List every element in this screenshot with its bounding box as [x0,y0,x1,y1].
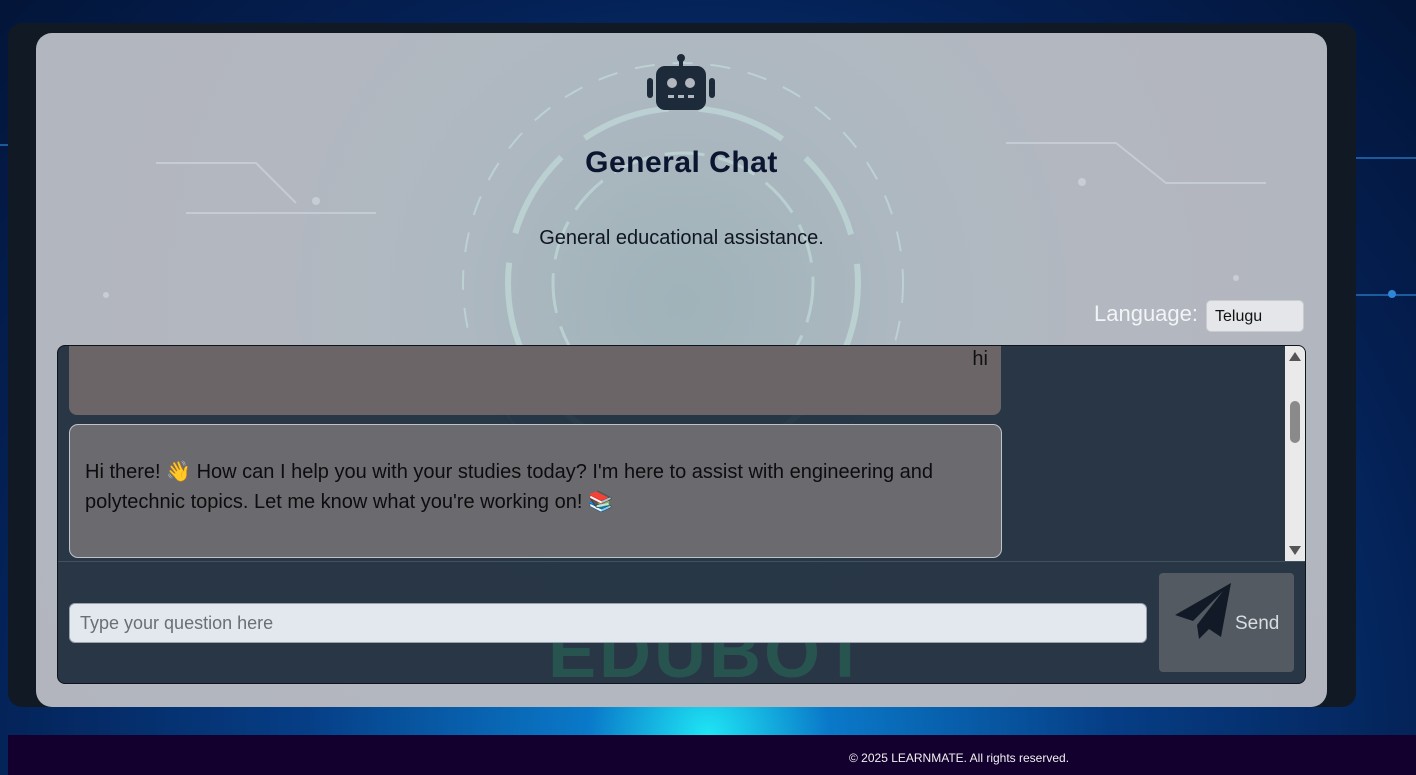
chat-card: General Chat General educational assista… [36,33,1327,707]
scroll-up-arrow-icon[interactable] [1289,352,1301,361]
message-scrollbar[interactable] [1285,346,1305,561]
question-input[interactable] [69,603,1147,643]
bot-message: Hi there! 👋 How can I help you with your… [69,424,1002,558]
paper-plane-icon [1175,583,1231,639]
scroll-down-arrow-icon[interactable] [1289,546,1301,555]
copyright-text: © 2025 LEARNMATE. All rights reserved. [849,751,1070,765]
user-message: hi [69,346,1001,415]
scroll-thumb[interactable] [1290,401,1300,443]
robot-icon [647,54,715,110]
send-label: Send [1235,613,1280,634]
language-select[interactable]: Telugu [1206,300,1304,332]
page-subtitle: General educational assistance. [539,227,824,249]
message-list: hi Hi there! 👋 How can I help you with y… [58,346,1286,561]
send-button[interactable]: Send [1159,573,1294,672]
chat-panel: hi Hi there! 👋 How can I help you with y… [57,345,1306,684]
language-label: Language: [1094,301,1198,326]
input-area: EDUBOT Send [58,561,1305,683]
page-title: General Chat [585,146,778,179]
footer: © 2025 LEARNMATE. All rights reserved. [8,735,1416,775]
